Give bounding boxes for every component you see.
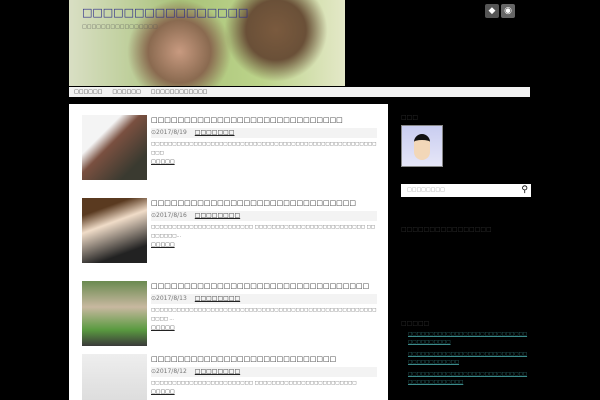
post-excerpt: □□□□□□□□□□□□□□□□□□□□□□□□ □□□□□□□□□□□□□□□… bbox=[151, 225, 375, 239]
search-icon[interactable]: ⚲ bbox=[521, 184, 528, 197]
profile-widget-title: □□□ bbox=[401, 114, 419, 121]
post-date: 2017/8/16 bbox=[156, 212, 187, 219]
post-date: 2017/8/19 bbox=[156, 129, 187, 136]
post-title[interactable]: □□□□□□□□□□□□□□□□□□□□□□□□□□□□ bbox=[151, 354, 377, 365]
main-content: □□□□□□□□□□□□□□□□□□□□□□□□□□□□□ ⊙2017/8/19… bbox=[69, 104, 388, 400]
post-category[interactable]: □□□□□□□□ bbox=[195, 295, 240, 302]
post-title[interactable]: □□□□□□□□□□□□□□□□□□□□□□□□□□□□□ bbox=[151, 115, 377, 126]
post-category[interactable]: □□□□□□□□ bbox=[195, 368, 240, 375]
nav-item[interactable]: □□□□□□□□□□□□ bbox=[151, 87, 208, 97]
post-thumbnail[interactable] bbox=[82, 281, 147, 346]
post-excerpt: □□□□□□□□□□□□□□□□□□□□□□□□□□□□□□□□□□□□□□□□… bbox=[151, 308, 377, 322]
nav-item[interactable]: □□□□□□ bbox=[74, 87, 102, 97]
site-title[interactable]: □□□□□□□□□□□□□□□□ bbox=[82, 6, 332, 19]
post-excerpt: □□□□□□□□□□□□□□□□□□□□□□□□□□□□□□□□□□□□□□□□… bbox=[151, 142, 377, 156]
sidebar: □□□ □□□□□□□□ ⚲ □□□□□□□□□□□□□□□□ □□□□□ □□□… bbox=[401, 104, 531, 387]
recent-posts-title: □□□□□ bbox=[401, 320, 430, 327]
post-date: 2017/8/12 bbox=[156, 368, 187, 375]
rss-icon[interactable]: ◉ bbox=[501, 4, 515, 18]
nav-item[interactable]: □□□□□□ bbox=[112, 87, 140, 97]
post-title[interactable]: □□□□□□□□□□□□□□□□□□□□□□□□□□□□□□□ bbox=[151, 198, 377, 209]
post-thumbnail[interactable] bbox=[82, 115, 147, 180]
post-thumbnail[interactable] bbox=[82, 354, 147, 400]
read-more-link[interactable]: □□□□□ bbox=[151, 325, 377, 331]
search-input[interactable]: □□□□□□□□ ⚲ bbox=[401, 184, 531, 197]
read-more-link[interactable]: □□□□□ bbox=[151, 159, 377, 165]
read-more-link[interactable]: □□□□□ bbox=[151, 389, 377, 395]
avatar bbox=[401, 125, 443, 167]
header-icons: ◆ ◉ bbox=[485, 4, 515, 18]
widget-title: □□□□□□□□□□□□□□□□ bbox=[401, 226, 492, 233]
feedly-icon[interactable]: ◆ bbox=[485, 4, 499, 18]
search-placeholder: □□□□□□□□ bbox=[407, 187, 445, 193]
post-excerpt: □□□□□□□□□□□□□□□□□□□□□□□□ □□□□□□□□□□□□□□□… bbox=[151, 381, 357, 386]
post-thumbnail[interactable] bbox=[82, 198, 147, 263]
read-more-link[interactable]: □□□□□ bbox=[151, 242, 377, 248]
post-category[interactable]: □□□□□□□ bbox=[195, 129, 235, 136]
post-title[interactable]: □□□□□□□□□□□□□□□□□□□□□□□□□□□□□□□□□ bbox=[151, 281, 377, 292]
nav-menu: □□□□□□ □□□□□□ □□□□□□□□□□□□ bbox=[69, 87, 530, 97]
recent-posts-list: □□□□□□□□□□□□□□□□□□□□□□□□□□□□□□□□□□□□□□ □… bbox=[401, 331, 531, 387]
header-image: □□□□□□□□□□□□□□□□ □□□□□□□□□□□□□□□□ bbox=[69, 0, 345, 86]
site-description: □□□□□□□□□□□□□□□□ bbox=[82, 24, 158, 30]
post-category[interactable]: □□□□□□□□ bbox=[195, 212, 240, 219]
post-date: 2017/8/13 bbox=[156, 295, 187, 302]
recent-post-link[interactable]: □□□□□□□□□□□□□□□□□□□□□□□□□□□□□□□□□□□□□□□□… bbox=[408, 371, 528, 387]
recent-post-link[interactable]: □□□□□□□□□□□□□□□□□□□□□□□□□□□□□□□□□□□□□□□□ bbox=[408, 351, 528, 367]
recent-post-link[interactable]: □□□□□□□□□□□□□□□□□□□□□□□□□□□□□□□□□□□□□□ bbox=[408, 331, 528, 347]
